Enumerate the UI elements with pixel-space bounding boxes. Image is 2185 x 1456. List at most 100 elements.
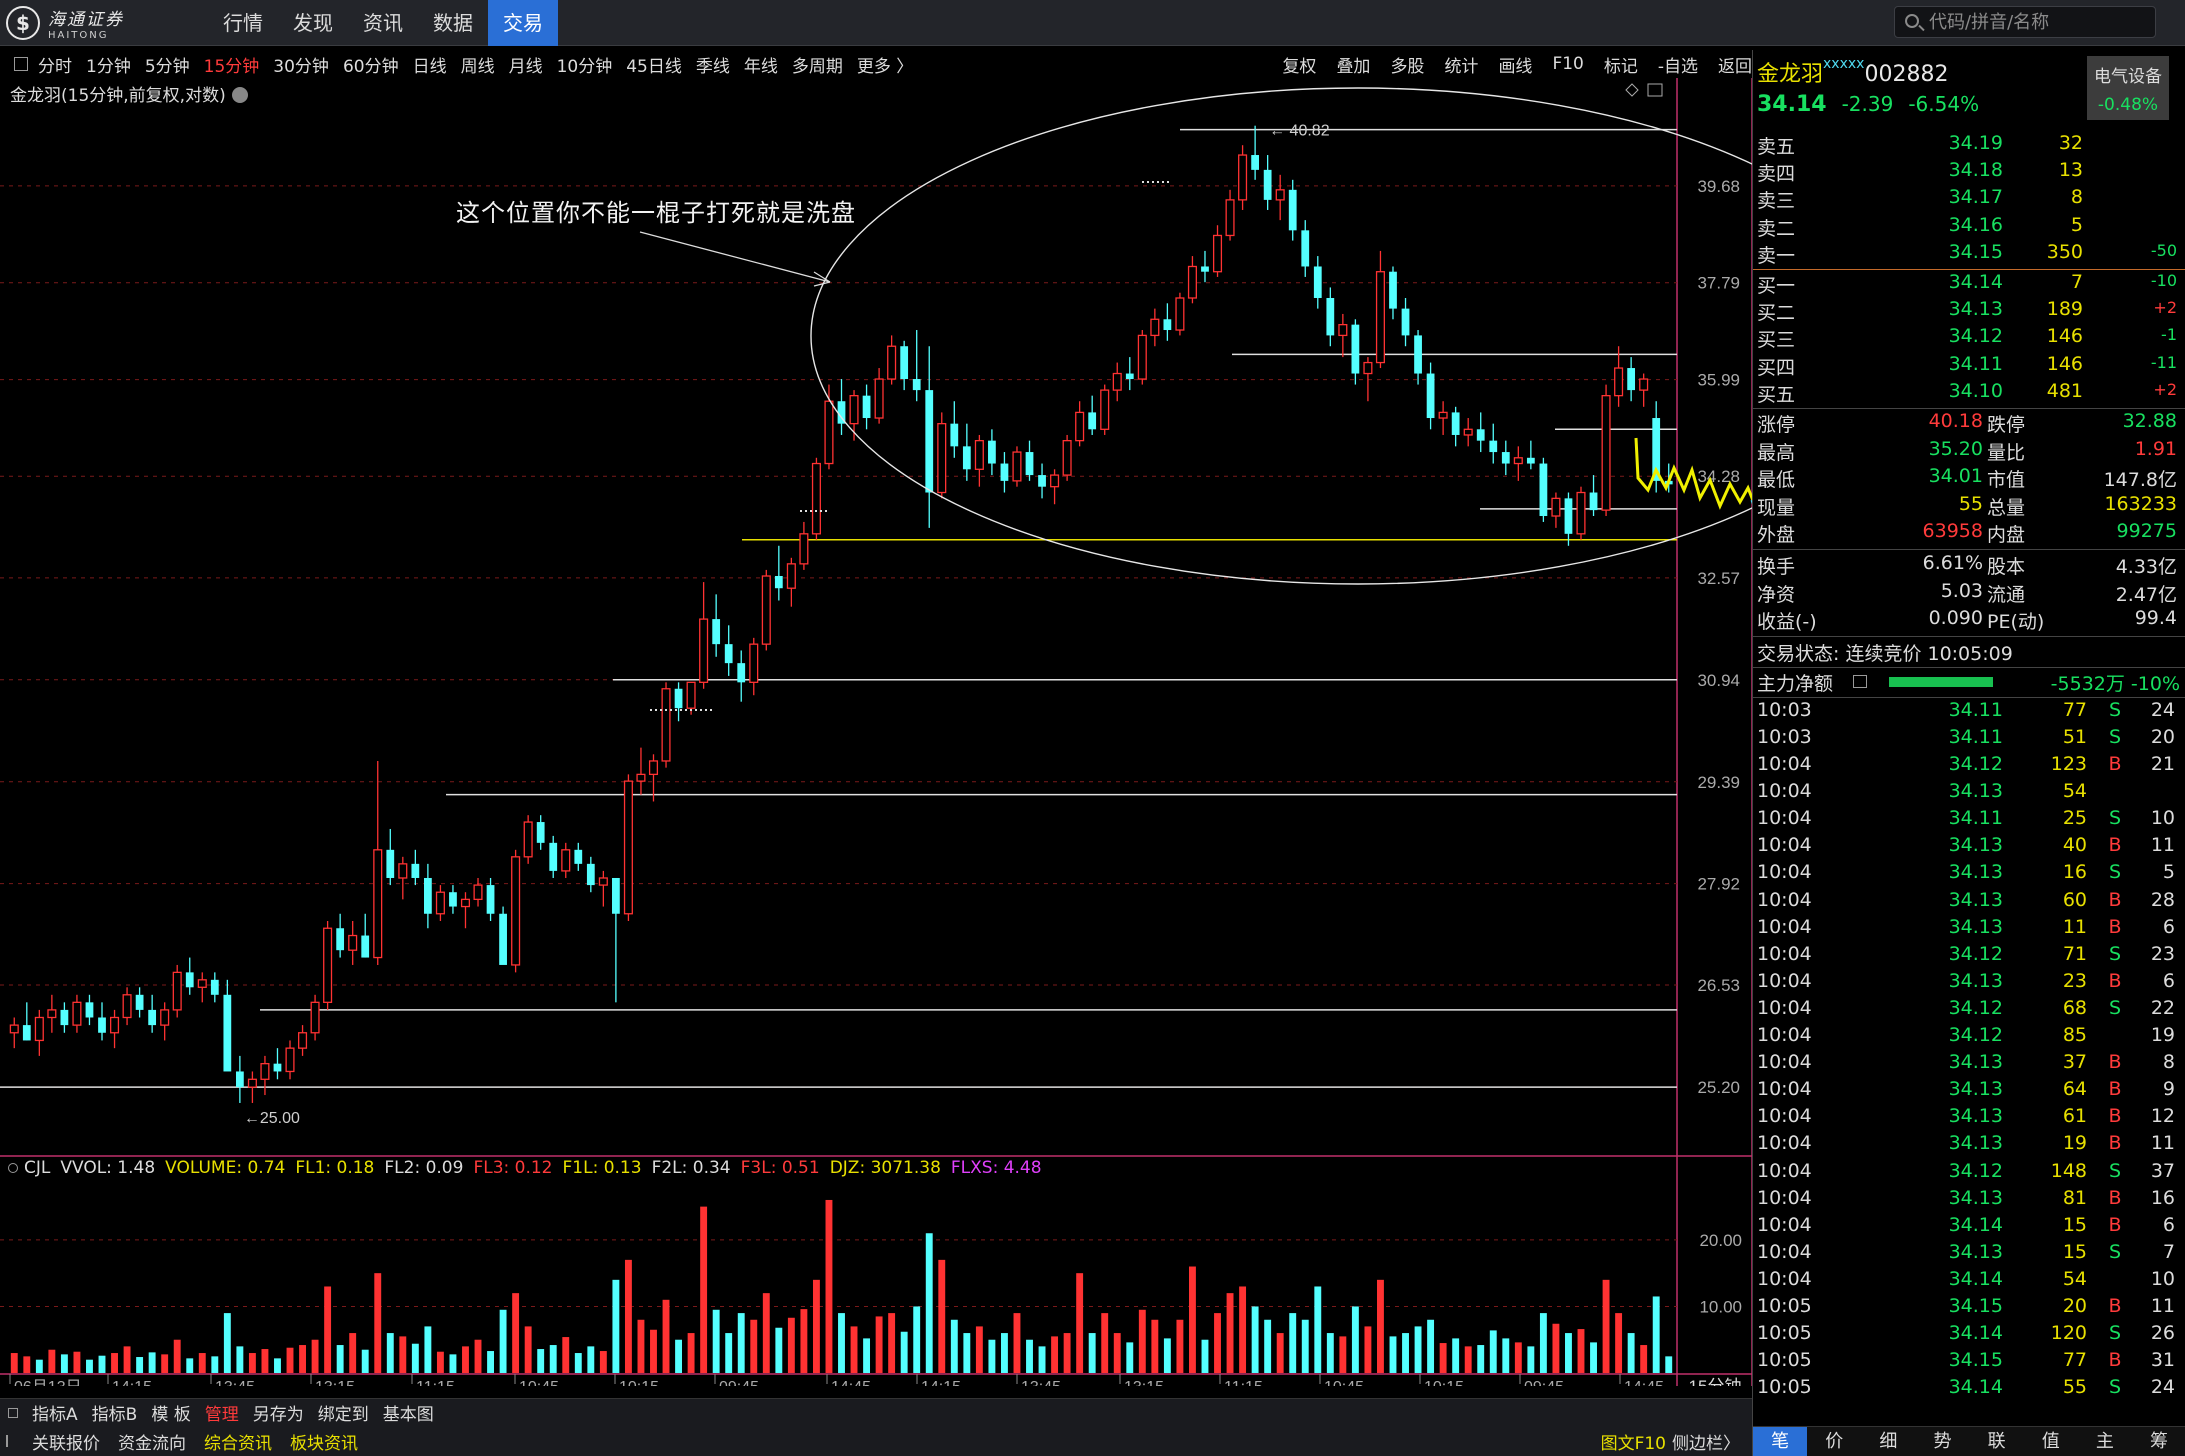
candle[interactable] <box>197 972 207 1003</box>
info-tab[interactable]: 板块资讯 <box>290 1429 358 1454</box>
candle[interactable] <box>1389 266 1397 320</box>
period-tab[interactable]: 年线 <box>744 52 778 77</box>
candle[interactable] <box>85 994 94 1026</box>
candle[interactable] <box>110 1009 120 1049</box>
period-tab[interactable]: 5分钟 <box>145 52 190 77</box>
candle[interactable] <box>172 964 182 1018</box>
candle[interactable] <box>661 682 671 768</box>
panel-tab[interactable]: 笔 <box>1753 1427 1808 1456</box>
indicator-tab[interactable]: 管理 <box>205 1400 239 1425</box>
candle[interactable] <box>1614 346 1624 407</box>
candle[interactable] <box>499 906 507 965</box>
candle[interactable] <box>811 457 821 540</box>
candle[interactable] <box>60 1002 69 1033</box>
candle[interactable] <box>536 815 545 850</box>
candle[interactable] <box>1589 475 1598 517</box>
candle[interactable] <box>235 1055 244 1103</box>
chart-tool-button[interactable]: 多股 <box>1390 52 1424 77</box>
candle[interactable] <box>511 849 521 973</box>
bid-row[interactable]: 买四 34.11 146 -11 <box>1753 353 2185 380</box>
panel-tab[interactable]: 细 <box>1861 1427 1915 1456</box>
candle[interactable] <box>786 557 796 607</box>
period-tab[interactable]: 更多 〉 <box>857 52 913 77</box>
candle[interactable] <box>1062 434 1072 481</box>
panel-toggle-icon[interactable] <box>14 57 28 71</box>
candle[interactable] <box>1476 412 1485 453</box>
candle[interactable] <box>574 842 583 871</box>
candle[interactable] <box>348 920 358 965</box>
period-tab[interactable]: 60分钟 <box>343 52 399 77</box>
chart-tool-button[interactable]: F10 <box>1552 54 1583 74</box>
chart-tool-button[interactable]: 返回 <box>1718 52 1752 77</box>
candle[interactable] <box>1238 145 1248 210</box>
search-box[interactable] <box>1894 6 2156 38</box>
candle[interactable] <box>1338 313 1348 358</box>
ask-row[interactable]: 卖二 34.16 5 <box>1753 214 2185 241</box>
candle[interactable] <box>824 384 834 470</box>
candle[interactable] <box>1251 125 1260 180</box>
candle[interactable] <box>1539 457 1548 522</box>
chart-tool-button[interactable]: 标记 <box>1604 52 1638 77</box>
candle[interactable] <box>1513 446 1523 481</box>
candle[interactable] <box>862 384 871 430</box>
candle[interactable] <box>1375 250 1385 369</box>
candle[interactable] <box>486 877 495 921</box>
candle[interactable] <box>1137 330 1147 385</box>
candle[interactable] <box>1038 463 1046 499</box>
candle[interactable] <box>98 1002 106 1041</box>
bid-row[interactable]: 买一 34.14 7 -10 <box>1753 271 2185 298</box>
f10-link[interactable]: 图文F10 侧边栏〉 <box>1601 1429 1740 1454</box>
candle[interactable] <box>449 885 457 914</box>
candle[interactable] <box>336 913 345 958</box>
indicator-tab[interactable]: 绑定到 <box>318 1400 369 1425</box>
candle[interactable] <box>950 401 959 458</box>
nav-item[interactable]: 资讯 <box>348 0 418 46</box>
period-tab[interactable]: 45日线 <box>626 52 682 77</box>
candle[interactable] <box>1125 357 1134 391</box>
candle[interactable] <box>1489 423 1498 464</box>
candle[interactable] <box>1163 303 1172 341</box>
candle[interactable] <box>1275 174 1285 221</box>
bid-row[interactable]: 买五 34.10 481 +2 <box>1753 380 2185 407</box>
candle[interactable] <box>1050 469 1060 505</box>
candle[interactable] <box>925 346 934 528</box>
candle[interactable] <box>1150 308 1160 347</box>
indicator-tab[interactable]: 模 板 <box>151 1400 190 1425</box>
brand-logo[interactable]: $ 海通证券 HAITONG <box>6 6 124 41</box>
bid-row[interactable]: 买三 34.12 146 -1 <box>1753 325 2185 352</box>
candle[interactable] <box>1463 418 1473 447</box>
candle[interactable] <box>260 1055 270 1096</box>
candle[interactable] <box>674 682 683 722</box>
candle[interactable] <box>1301 220 1310 277</box>
period-tab[interactable]: 周线 <box>461 52 495 77</box>
chart-tool-button[interactable]: -自选 <box>1658 52 1698 77</box>
candle[interactable] <box>1263 155 1272 210</box>
candle[interactable] <box>712 594 721 657</box>
candle[interactable] <box>323 920 333 1010</box>
panel-tab[interactable]: 价 <box>1807 1427 1861 1456</box>
candle[interactable] <box>523 815 533 864</box>
candle[interactable] <box>699 582 709 689</box>
candle[interactable] <box>774 545 783 601</box>
chart-tool-button[interactable]: 画线 <box>1498 52 1532 77</box>
candle[interactable] <box>1601 384 1611 517</box>
candle[interactable] <box>160 1002 170 1041</box>
period-tab[interactable]: 月线 <box>509 52 543 77</box>
main-flow-row[interactable]: 主力净额 -5532万 -10% <box>1753 669 2185 696</box>
candle[interactable] <box>22 1002 31 1041</box>
candle[interactable] <box>737 650 746 702</box>
candle[interactable] <box>1351 319 1360 385</box>
candle[interactable] <box>373 760 383 965</box>
candle[interactable] <box>799 521 809 570</box>
panel-tab[interactable]: 筹 <box>2132 1427 2185 1456</box>
kline-chart[interactable]: 39.68 37.79 35.99 34.28 32.57 30.94 29.39 27.92… <box>0 78 1752 1386</box>
candle[interactable] <box>223 979 232 1072</box>
panel-tab[interactable]: 势 <box>1915 1427 1969 1456</box>
period-tab[interactable]: 日线 <box>413 52 447 77</box>
candle[interactable] <box>598 870 608 907</box>
candle[interactable] <box>749 637 759 696</box>
info-tab[interactable]: 关联报价 <box>32 1429 100 1454</box>
ask-row[interactable]: 卖一 34.15 350 -50 <box>1753 241 2185 268</box>
candle[interactable] <box>1100 384 1110 435</box>
candle[interactable] <box>1401 297 1410 347</box>
